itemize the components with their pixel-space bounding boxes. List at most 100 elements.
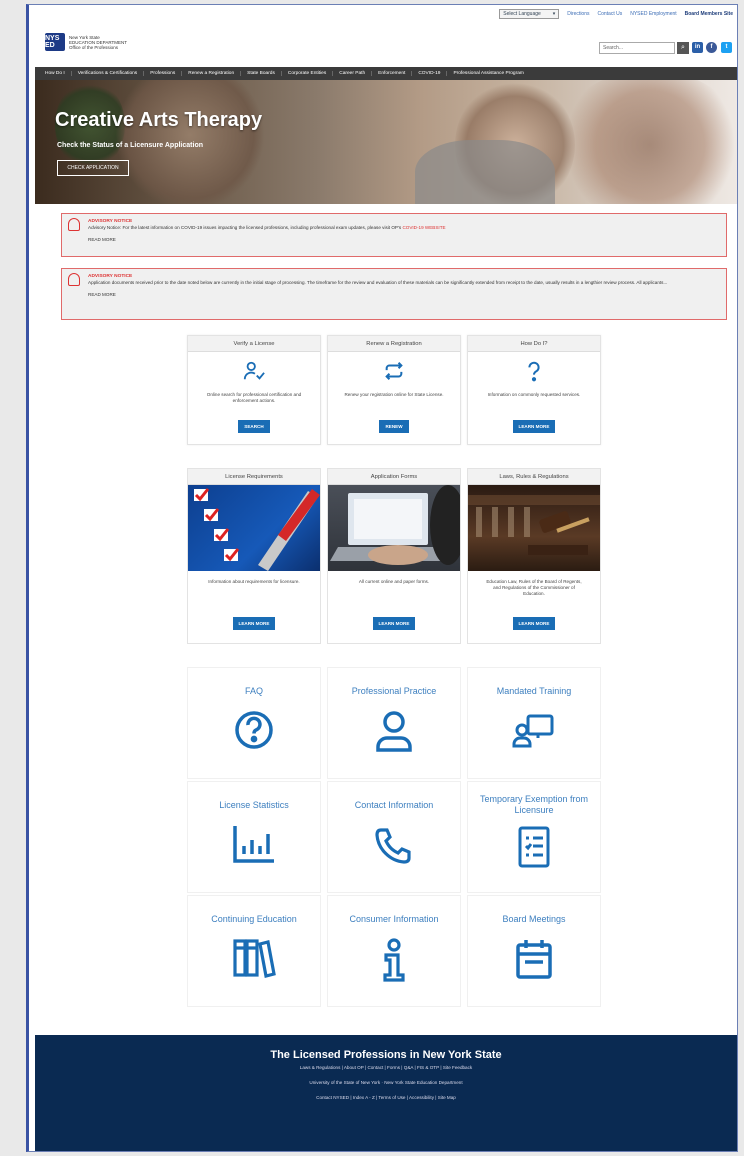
verify-license-card: Verify a License Online search for profe…	[187, 335, 321, 445]
footer-links[interactable]: Laws & Regulations | About OP | Contact …	[35, 1065, 737, 1070]
nav-how-do-i[interactable]: How Do I	[39, 71, 72, 76]
footer-utility-links[interactable]: Contact NYSED | Index A - Z | Terms of U…	[35, 1095, 737, 1100]
site-header: NYS ED New York State EDUCATION DEPARTME…	[29, 25, 737, 65]
main-nav: How Do I Verifications & Certifications …	[35, 67, 737, 80]
board-members-link[interactable]: Board Members Site	[685, 11, 733, 17]
renew-arrows-icon	[328, 360, 460, 384]
hero-photo-person	[555, 80, 737, 204]
facebook-icon[interactable]: f	[706, 42, 717, 53]
card-title: How Do I?	[468, 336, 600, 352]
nav-pap[interactable]: Professional Assistance Program	[447, 71, 529, 76]
renew-button[interactable]: RENEW	[379, 420, 409, 433]
search-input[interactable]: Search...	[599, 42, 675, 54]
logo-mark: NYS ED	[45, 33, 65, 51]
bell-icon	[68, 218, 80, 231]
hero-photo-shirt	[415, 140, 555, 204]
card-title: Application Forms	[328, 469, 460, 485]
learn-more-button[interactable]: LEARN MORE	[232, 617, 276, 630]
tile-label: Mandated Training	[496, 686, 572, 696]
tile-label: Board Meetings	[502, 914, 566, 924]
card-description: All current online and paper forms.	[358, 579, 430, 584]
user-check-icon	[188, 360, 320, 384]
person-icon	[328, 710, 460, 754]
nav-enforcement[interactable]: Enforcement	[372, 71, 413, 76]
tile-label: Contact Information	[354, 800, 434, 810]
directions-link[interactable]: Directions	[567, 11, 589, 17]
tile-professional-practice[interactable]: Professional Practice	[327, 667, 461, 779]
tile-label: Continuing Education	[211, 914, 297, 924]
nav-verifications[interactable]: Verifications & Certifications	[72, 71, 145, 76]
card-description: Information on commonly requested servic…	[487, 392, 581, 397]
check-application-button[interactable]: CHECK APPLICATION	[57, 160, 129, 176]
license-requirements-card: License Requirements Information about r…	[187, 468, 321, 644]
footer-title: The Licensed Professions in New York Sta…	[270, 1049, 502, 1061]
faq-icon	[188, 710, 320, 750]
hero-banner: Creative Arts Therapy Check the Status o…	[35, 80, 737, 204]
application-forms-card: Application Forms All current online and…	[327, 468, 461, 644]
laptop-image	[328, 485, 460, 571]
nav-renew[interactable]: Renew a Registration	[182, 71, 242, 76]
phone-icon	[328, 824, 460, 866]
covid-website-link[interactable]: COVID-19 WEBSITE	[402, 225, 445, 230]
logo-line: EDUCATION DEPARTMENT	[69, 39, 128, 45]
notice-text: Advisory Notice: For the latest informat…	[88, 225, 402, 230]
search-button[interactable]: ⌕	[677, 42, 689, 54]
read-more-link[interactable]: READ MORE	[88, 237, 720, 243]
learn-more-button[interactable]: LEARN MORE	[512, 617, 556, 630]
calendar-icon	[468, 938, 600, 980]
utility-bar: Select Language ▾ Directions Contact Us N…	[29, 7, 737, 21]
linkedin-icon[interactable]: in	[692, 42, 703, 53]
contact-link[interactable]: Contact Us	[598, 11, 623, 17]
tile-license-statistics[interactable]: License Statistics	[187, 781, 321, 893]
tile-label: Temporary Exemption from Licensure	[479, 794, 589, 815]
tile-mandated-training[interactable]: Mandated Training	[467, 667, 601, 779]
browser-frame: Select Language ▾ Directions Contact Us N…	[26, 4, 738, 1152]
training-icon	[468, 710, 600, 750]
logo-text: New York State EDUCATION DEPARTMENT Offi…	[69, 35, 127, 50]
tile-faq[interactable]: FAQ	[187, 667, 321, 779]
tile-label: License Statistics	[219, 800, 289, 810]
card-description: Renew your registration online for State…	[344, 392, 444, 397]
learn-more-button[interactable]: LEARN MORE	[372, 617, 416, 630]
card-title: Renew a Registration	[328, 336, 460, 352]
twitter-icon[interactable]: t	[721, 42, 732, 53]
nav-professions[interactable]: Professions	[144, 71, 183, 76]
page-title: Creative Arts Therapy	[55, 109, 263, 131]
employment-link[interactable]: NYSED Employment	[630, 11, 676, 17]
read-more-link[interactable]: READ MORE	[88, 292, 720, 298]
books-icon	[188, 938, 320, 978]
footer-org[interactable]: University of the State of New York · Ne…	[35, 1080, 737, 1085]
site-footer: The Licensed Professions in New York Sta…	[35, 1035, 737, 1151]
question-icon	[468, 360, 600, 384]
language-select[interactable]: Select Language ▾	[499, 9, 560, 19]
tile-contact-information[interactable]: Contact Information	[327, 781, 461, 893]
bar-chart-icon	[188, 824, 320, 864]
nav-covid[interactable]: COVID-19	[412, 71, 448, 76]
search-license-button[interactable]: SEARCH	[238, 420, 270, 433]
nav-career-path[interactable]: Career Path	[333, 71, 373, 76]
tile-temporary-exemption[interactable]: Temporary Exemption from Licensure	[467, 781, 601, 893]
how-do-i-card: How Do I? Information on commonly reques…	[467, 335, 601, 445]
nav-state-boards[interactable]: State Boards	[241, 71, 282, 76]
notice-body: Application documents received prior to …	[88, 280, 668, 285]
tile-label: FAQ	[244, 686, 263, 696]
card-description: Education Law, Rules of the Board of Reg…	[486, 579, 582, 596]
tile-continuing-education[interactable]: Continuing Education	[187, 895, 321, 1007]
search-icon: ⌕	[681, 44, 685, 51]
learn-more-button[interactable]: LEARN MORE	[512, 420, 556, 433]
info-icon	[328, 938, 460, 982]
tile-label: Professional Practice	[351, 686, 437, 696]
card-title: License Requirements	[188, 469, 320, 485]
card-description: Information about requirements for licen…	[208, 579, 300, 584]
bell-icon	[68, 273, 80, 286]
nysed-logo[interactable]: NYS ED New York State EDUCATION DEPARTME…	[45, 33, 127, 51]
nav-corporate[interactable]: Corporate Entities	[282, 71, 334, 76]
tile-consumer-information[interactable]: Consumer Information	[327, 895, 461, 1007]
notice-body: Advisory Notice: For the latest informat…	[88, 225, 720, 231]
checklist-icon	[468, 824, 600, 868]
advisory-notice: ADVISORY NOTICE Application documents re…	[61, 268, 727, 320]
tile-label: Consumer Information	[349, 914, 439, 924]
tile-board-meetings[interactable]: Board Meetings	[467, 895, 601, 1007]
chevron-down-icon: ▾	[552, 11, 556, 17]
renew-registration-card: Renew a Registration Renew your registra…	[327, 335, 461, 445]
